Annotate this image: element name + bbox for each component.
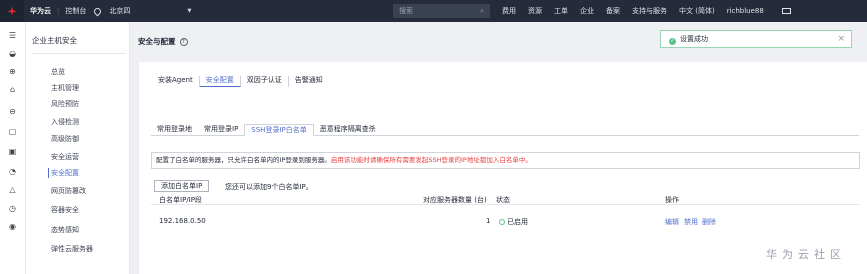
notice-text: 配置了白名单的服务器，只允许白名单内的IP登录到服务器。	[156, 156, 331, 164]
success-toast: ✓ 设置成功 ×	[660, 30, 852, 48]
sidebar-item-advanced[interactable]: 高级防御	[51, 134, 79, 144]
sidebar-item-web-tamper[interactable]: 网页防篡改	[51, 186, 86, 196]
nav-resources[interactable]: 资源	[528, 6, 542, 16]
search-icon[interactable]: ⌕	[480, 7, 484, 16]
table-header: 白名单IP/IP段 对应服务器数量 (台) 状态 操作	[151, 195, 860, 205]
menu-icon[interactable]: ☰	[8, 31, 17, 40]
main-content: 安全与配置 ? 安装Agent 安全配置 双因子认证 告警通知 常用登录地 常用…	[131, 22, 867, 274]
col-actions: 操作	[665, 196, 679, 204]
info-notice: 配置了白名单的服务器，只允许白名单内的IP登录到服务器。启用该功能时请确保所有需…	[151, 152, 860, 169]
huawei-logo-icon[interactable]	[0, 0, 24, 22]
nav-username[interactable]: richblue88	[727, 7, 764, 15]
service-icon-rail: ☰ ◒ ⊕ ⌂ ⊖ ▢ ▣ ◔ △ ◷ ◉	[0, 22, 26, 274]
chevron-down-icon: ▼	[187, 8, 192, 14]
monitor-icon[interactable]: ▢	[8, 127, 17, 136]
top-nav-links: 费用 资源 工单 企业 备案 支持与服务 中文 (简体) richblue88	[502, 0, 791, 22]
tab-security-config[interactable]: 安全配置	[199, 76, 241, 87]
tab-alert-notify[interactable]: 告警通知	[289, 76, 329, 87]
search-box[interactable]: 搜索 ⌕	[393, 4, 490, 18]
location-pin-icon	[92, 6, 103, 16]
brand-name[interactable]: 华为云	[30, 6, 51, 16]
sidebar-item-security-config[interactable]: 安全配置	[51, 168, 79, 178]
close-icon[interactable]: ×	[837, 31, 845, 47]
clock-icon[interactable]: ◷	[8, 204, 17, 213]
sidebar-title: 企业主机安全	[32, 36, 77, 45]
nav-support[interactable]: 支持与服务	[632, 6, 667, 16]
nav-language[interactable]: 中文 (简体)	[679, 6, 715, 16]
page-title-row: 安全与配置 ?	[138, 36, 188, 47]
cloud-icon[interactable]: ◒	[8, 49, 17, 58]
main-tabs: 安装Agent 安全配置 双因子认证 告警通知	[152, 76, 329, 87]
nav-enterprise[interactable]: 企业	[580, 6, 594, 16]
toast-text: 设置成功	[680, 35, 708, 43]
status-label: 已启用	[507, 218, 528, 226]
watermark: 华为云社区	[766, 248, 846, 261]
calendar-icon[interactable]: ▣	[8, 147, 17, 156]
network-icon[interactable]: ◔	[8, 167, 17, 176]
nav-filing[interactable]: 备案	[606, 6, 620, 16]
region-label: 北京四	[109, 7, 131, 15]
tab-two-factor[interactable]: 双因子认证	[241, 76, 289, 87]
alert-icon[interactable]: △	[8, 185, 17, 194]
sidebar-item-intrusion[interactable]: 入侵检测	[51, 117, 79, 127]
top-navigation-bar: 华为云 | 控制台 北京四 ▼ 搜索 ⌕ 费用 资源 工单 企业 备案 支持与服…	[0, 0, 867, 22]
divider: |	[57, 7, 60, 15]
tab-install-agent[interactable]: 安装Agent	[152, 76, 200, 87]
nav-fees[interactable]: 费用	[502, 6, 516, 16]
check-icon: ✓	[669, 38, 676, 45]
subtab-login-location[interactable]: 常用登录地	[151, 124, 198, 135]
database-icon[interactable]: ⊖	[8, 107, 17, 116]
sidebar-item-situation[interactable]: 态势感知	[51, 225, 79, 235]
server-icon[interactable]: ⊕	[8, 67, 17, 76]
cell-status: 已启用	[499, 217, 528, 227]
subtab-malware-isolation[interactable]: 恶意程序隔离查杀	[314, 124, 382, 135]
help-icon[interactable]: ?	[179, 37, 188, 46]
page-title: 安全与配置	[138, 37, 176, 46]
col-status: 状态	[496, 196, 510, 204]
col-server-count: 对应服务器数量 (台)	[423, 196, 487, 204]
active-indicator	[48, 168, 49, 178]
sidebar-item-hosts[interactable]: 主机管理	[51, 83, 79, 93]
subtab-login-ip[interactable]: 常用登录IP	[198, 124, 244, 135]
delete-link[interactable]: 删除	[702, 217, 716, 227]
table-row: 192.168.0.50 1 已启用 编辑 禁用 删除	[151, 217, 860, 227]
search-placeholder: 搜索	[399, 7, 413, 15]
add-hint: 您还可以添加9个白名单IP。	[225, 183, 313, 191]
subtab-ssh-whitelist[interactable]: SSH登录IP白名单	[244, 124, 314, 136]
cell-ip: 192.168.0.50	[159, 217, 206, 225]
notice-warning: 启用该功能时请确保所有需要发起SSH登录的IP地址都加入白名单中。	[330, 156, 532, 164]
mail-icon[interactable]	[781, 8, 791, 14]
settings-icon[interactable]: ◉	[8, 222, 17, 231]
col-ip: 白名单IP/IP段	[159, 196, 202, 204]
cell-count: 1	[486, 217, 491, 225]
console-link[interactable]: 控制台	[65, 6, 86, 16]
sidebar: 企业主机安全 总览 主机管理 风险预防 ▼ 入侵检测 ▼ 高级防御 ▼ 安全运营…	[26, 22, 150, 274]
sidebar-item-container[interactable]: 容器安全	[51, 205, 79, 215]
sidebar-item-ecs[interactable]: 弹性云服务器	[51, 244, 93, 254]
edit-link[interactable]: 编辑	[665, 217, 679, 227]
sidebar-item-overview[interactable]: 总览	[51, 67, 65, 77]
sub-tabs: 常用登录地 常用登录IP SSH登录IP白名单 恶意程序隔离查杀	[151, 124, 859, 136]
sidebar-divider	[32, 53, 126, 54]
sidebar-item-operations[interactable]: 安全运营	[51, 152, 79, 162]
disable-link[interactable]: 禁用	[684, 217, 698, 227]
status-enabled-icon	[499, 219, 505, 225]
bank-icon[interactable]: ⌂	[8, 85, 17, 94]
add-whitelist-ip-button[interactable]: 添加白名单IP	[154, 180, 210, 192]
nav-tickets[interactable]: 工单	[554, 6, 568, 16]
config-card: 常用登录地 常用登录IP SSH登录IP白名单 恶意程序隔离查杀 配置了白名单的…	[139, 108, 867, 274]
region-selector[interactable]: 北京四 ▼	[105, 4, 195, 18]
sidebar-item-risk[interactable]: 风险预防	[51, 99, 79, 109]
